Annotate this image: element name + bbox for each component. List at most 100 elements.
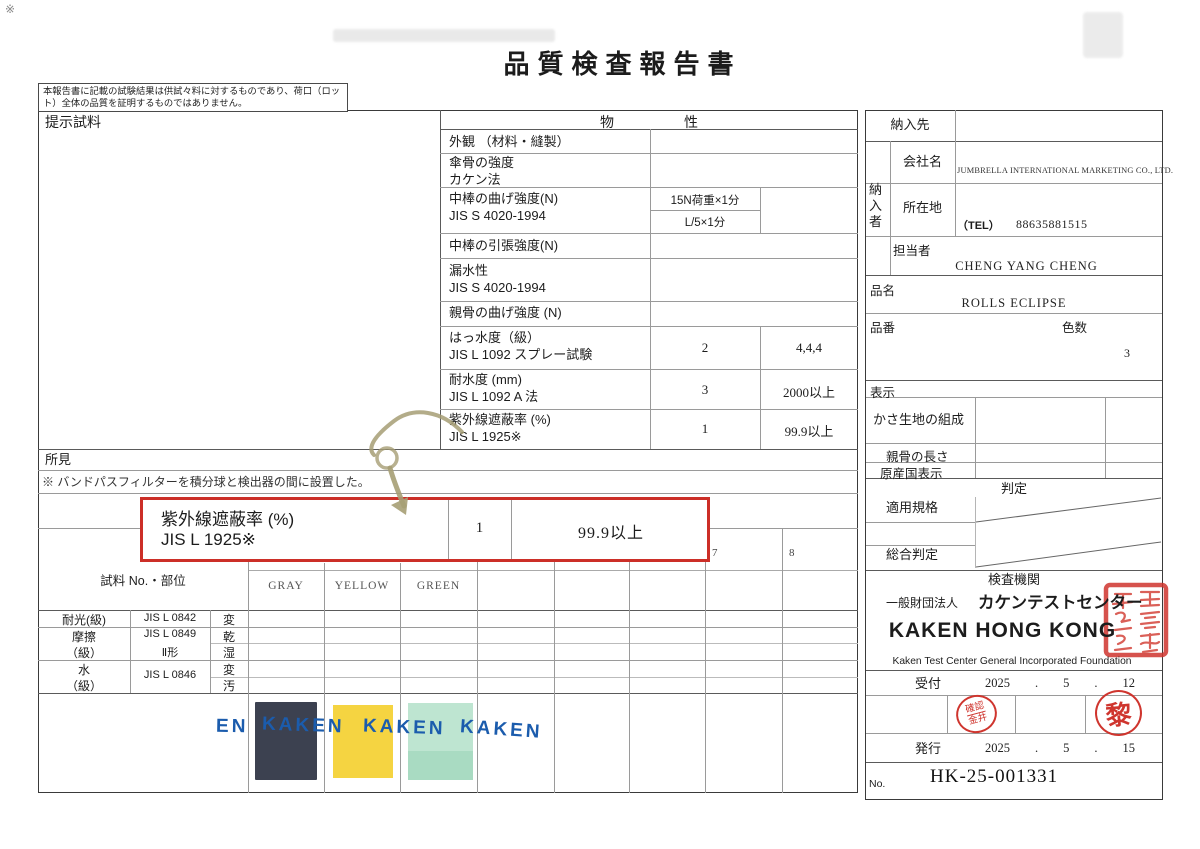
origin-label: 原産国表示 [880, 463, 943, 482]
received-date: 2025.5.12 [985, 676, 1135, 691]
method-type2: Ⅱ形 [130, 644, 210, 660]
grid-line [866, 275, 1162, 276]
grid-line [38, 610, 858, 611]
color-count-label: 色数 [1062, 317, 1087, 336]
text-fragment: 5 [1063, 741, 1069, 756]
qty-uv: 1 [650, 421, 760, 437]
value-water-resistance: 2000以上 [760, 382, 858, 401]
grid-line [650, 129, 651, 449]
test-lightfastness: 耐光(級) [38, 611, 130, 628]
company-value: JUMBRELLA INTERNATIONAL MARKETING CO., L… [957, 166, 1173, 175]
grid-line [1015, 695, 1016, 733]
grid-line [629, 528, 630, 793]
grid-line [760, 187, 761, 233]
properties-header-right: 性 [684, 112, 698, 132]
grid-line [210, 677, 858, 678]
deliver-to-label: 納入先 [865, 117, 955, 134]
cond-lightfastness: 変 [210, 611, 248, 628]
callout-method: JIS L 1925※ [161, 530, 256, 550]
grid-line [866, 380, 1162, 381]
issued-date: 2025.5.15 [985, 741, 1135, 756]
kaken-hk-name: KAKEN HONG KONG [880, 619, 1125, 643]
text-fragment [1141, 612, 1159, 628]
fabric-composition-label: かさ生地の組成 [873, 412, 964, 429]
text-fragment [976, 498, 1161, 522]
grid-line [866, 762, 1162, 763]
prop-row-water-repellency: はっ水度（級）JIS L 1092 スプレー試験 [449, 330, 592, 363]
sample-part-header: 試料 No.・部位 [38, 570, 248, 589]
product-name-value: ROLLS ECLIPSE [865, 296, 1163, 311]
findings-note: ※ バンドパスフィルターを積分球と検出器の間に設置した。 [42, 473, 370, 490]
qty-water-repellency: 2 [650, 340, 760, 356]
callout-arrow [330, 395, 470, 530]
text-fragment: 15 [1123, 741, 1136, 756]
issued-label: 発行 [915, 741, 941, 758]
grid-line [947, 695, 948, 733]
text-fragment: 2025 [985, 676, 1010, 691]
grid-line [955, 110, 956, 236]
grid-line [38, 660, 858, 661]
prop-cond-2: L/5×1分 [650, 214, 760, 230]
item-no-label: 品番 [870, 317, 895, 336]
properties-header-left: 物 [600, 112, 614, 132]
report-number: HK-25-001331 [930, 766, 1058, 788]
kaken-stamp-partial: EN [216, 716, 249, 739]
foundation-label: 一般財団法人 [886, 594, 958, 611]
address-label: 所在地 [890, 200, 955, 217]
grid-line [866, 141, 1162, 142]
page-title: 品質検査報告書 [440, 44, 805, 81]
specimen-label: 提示試料 [45, 114, 101, 131]
text-fragment: JIS L 1092 スプレー試験 [449, 347, 592, 364]
disclaimer-box: 本報告書に記載の試験結果は供試々料に対するものであり、荷口（ロット）全体の品質を… [38, 83, 348, 112]
labeling-label: 表示 [870, 382, 895, 401]
text-fragment [377, 448, 397, 468]
grid-line [705, 528, 706, 793]
grid-line [440, 301, 858, 302]
grid-line [440, 129, 858, 130]
text-fragment: カケン法 [449, 172, 514, 189]
text-fragment: . [1094, 741, 1097, 756]
grid-line [248, 570, 858, 571]
contact-label: 担当者 [893, 240, 931, 259]
grid-line [975, 397, 976, 478]
overall-judgment-label: 総合判定 [886, 547, 938, 564]
report-no-label: No. [869, 778, 885, 790]
text-fragment: はっ水度（級） [449, 330, 592, 347]
cond-water-change: 変 [210, 661, 248, 678]
prop-row-appearance: 外観 （材料・縫製） [449, 134, 570, 151]
test-rubbing-grade: （級） [38, 644, 130, 661]
text-fragment: 中棒の曲げ強度(N) [449, 191, 558, 208]
text-fragment: 傘骨の強度 [449, 155, 514, 172]
name-seal-char: 黎 [1104, 693, 1133, 732]
color-count-value: 3 [1100, 346, 1130, 361]
text-fragment: . [1094, 676, 1097, 691]
contact-value: CHENG YANG CHENG [890, 259, 1163, 274]
prop-row-shaft-bend: 中棒の曲げ強度(N)JIS S 4020-1994 [449, 191, 558, 224]
grid-line [440, 369, 858, 370]
color-column-yellow: YELLOW [324, 580, 400, 592]
prop-row-leakage: 漏水性JIS S 4020-1994 [449, 263, 546, 296]
test-water-grade: （級） [38, 677, 130, 694]
kaken-stamp-2: KAKEN [363, 716, 446, 741]
text-fragment: 12 [1123, 676, 1136, 691]
scan-artifact [333, 29, 555, 42]
text-fragment [1141, 634, 1159, 652]
tel-value: 88635881515 [1016, 217, 1088, 232]
text-fragment: 5 [1063, 676, 1069, 691]
color-column-gray: GRAY [248, 580, 324, 592]
scan-artifact [1083, 12, 1123, 58]
callout-value: 99.9以上 [511, 519, 711, 543]
callout-name: 紫外線遮蔽率 (%) [161, 505, 294, 530]
center-name: カケンテストセンター [978, 589, 1143, 613]
grid-line [866, 545, 976, 546]
grid-line [782, 528, 783, 793]
grid-line [1085, 695, 1086, 733]
prop-row-rib-strength: 傘骨の強度カケン法 [449, 155, 514, 188]
cond-rub-dry: 乾 [210, 628, 248, 645]
prop-cond-1: 15N荷重×1分 [650, 192, 760, 208]
grid-line [866, 397, 1162, 398]
grid-line [440, 153, 858, 154]
findings-label: 所見 [45, 452, 71, 469]
column-number-8: 8 [789, 547, 795, 559]
kaken-stamp-1: KAKEN [262, 714, 345, 739]
